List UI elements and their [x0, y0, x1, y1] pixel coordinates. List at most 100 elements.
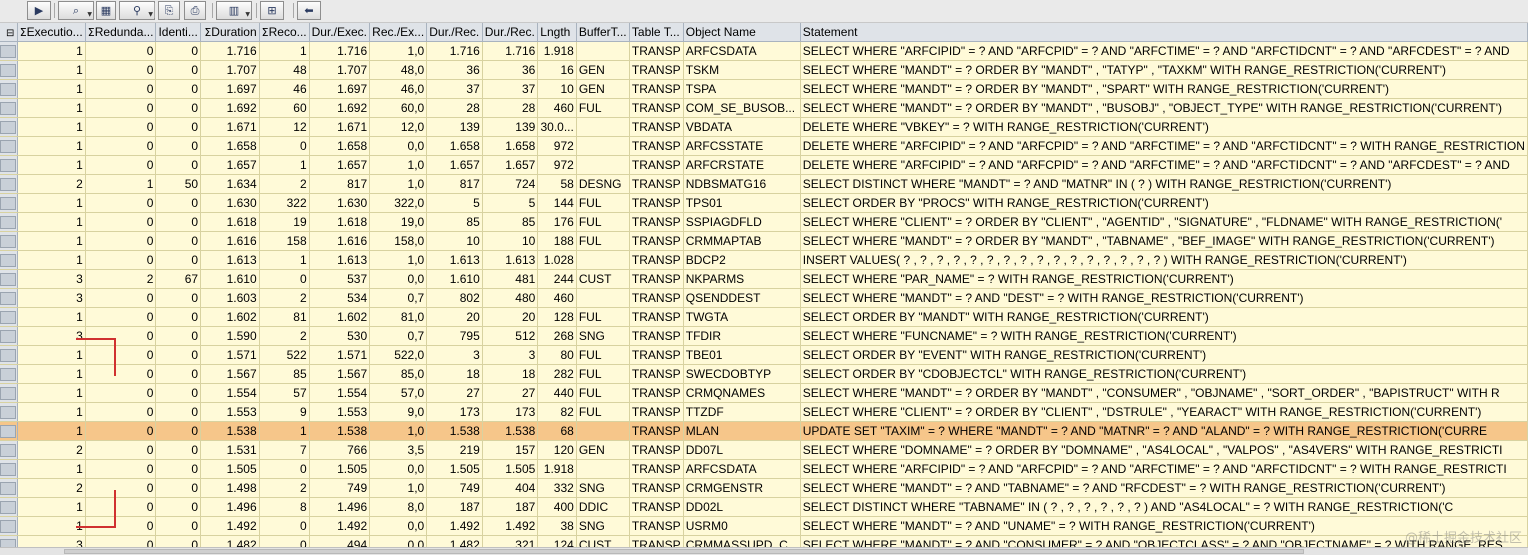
cell-dur-rec2[interactable]: 36 [482, 60, 539, 80]
cell-table-type[interactable]: TRANSP [629, 421, 684, 441]
row-selector-box[interactable] [0, 519, 17, 533]
cell-table-type[interactable]: TRANSP [629, 60, 684, 80]
cell-records[interactable]: 2 [259, 288, 310, 308]
row-selector-box[interactable] [0, 538, 17, 547]
cell-records[interactable]: 7 [259, 440, 310, 460]
cell-statement[interactable]: SELECT WHERE "CLIENT" = ? ORDER BY "CLIE… [800, 402, 1528, 422]
cell-table-type[interactable]: TRANSP [629, 497, 684, 517]
cell-duration[interactable]: 1.610 [200, 269, 260, 289]
cell-execution[interactable]: 1 [17, 60, 86, 80]
cell-rec-exec[interactable]: 19,0 [369, 212, 428, 232]
cell-execution[interactable]: 1 [17, 79, 86, 99]
cell-dur-rec2[interactable]: 512 [482, 326, 539, 346]
cell-length[interactable]: 332 [537, 478, 577, 498]
cell-identical[interactable]: 0 [155, 307, 202, 327]
cell-length[interactable]: 120 [537, 440, 577, 460]
cell-object-name[interactable]: TSPA [683, 79, 801, 99]
cell-statement[interactable]: SELECT WHERE "MANDT" = ? ORDER BY "MANDT… [800, 383, 1528, 403]
cell-buffer[interactable]: FUL [576, 98, 630, 118]
cell-object-name[interactable]: MLAN [683, 421, 801, 441]
cell-duration[interactable]: 1.658 [200, 136, 260, 156]
cell-dur-rec[interactable]: 1.492 [426, 516, 483, 536]
cell-statement[interactable]: SELECT WHERE "ARFCIPID" = ? AND "ARFCPID… [800, 41, 1528, 61]
layout-button[interactable]: ▦ [96, 1, 116, 20]
cell-length[interactable]: 460 [537, 98, 577, 118]
cell-dur-rec[interactable]: 5 [426, 193, 483, 213]
cell-statement[interactable]: SELECT WHERE "MANDT" = ? ORDER BY "MANDT… [800, 231, 1528, 251]
cell-buffer[interactable]: FUL [576, 383, 630, 403]
cell-dur-rec[interactable]: 749 [426, 478, 483, 498]
cell-dur-rec[interactable]: 28 [426, 98, 483, 118]
cell-dur-exec[interactable]: 1.616 [309, 231, 371, 251]
cell-table-type[interactable]: TRANSP [629, 155, 684, 175]
cell-dur-rec[interactable]: 1.538 [426, 421, 483, 441]
cell-statement[interactable]: SELECT WHERE "DOMNAME" = ? ORDER BY "DOM… [800, 440, 1528, 460]
table-row[interactable]: 1 0 0 1.602 81 1.602 81,0 20 20 128 FUL TRANSP TWGTA… [0, 307, 1528, 327]
cell-dur-rec[interactable]: 1.716 [426, 41, 483, 61]
cell-execution[interactable]: 1 [17, 231, 86, 251]
cell-execution[interactable]: 1 [17, 117, 86, 137]
cell-table-type[interactable]: TRANSP [629, 136, 684, 156]
cell-buffer[interactable]: DESNG [576, 174, 630, 194]
cell-records[interactable]: 1 [259, 155, 310, 175]
cell-dur-rec[interactable]: 1.482 [426, 535, 483, 547]
row-selector[interactable] [0, 402, 18, 422]
cell-identical[interactable]: 0 [155, 250, 202, 270]
cell-redundant[interactable]: 0 [85, 155, 157, 175]
cell-rec-exec[interactable]: 48,0 [369, 60, 428, 80]
cell-redundant[interactable]: 0 [85, 193, 157, 213]
table-row[interactable]: 2 1 50 1.634 2 817 1,0 817 724 58 DESNG TRANSP NDBSM… [0, 174, 1528, 194]
row-selector-box[interactable] [0, 310, 17, 324]
cell-buffer[interactable]: CUST [576, 269, 630, 289]
cell-dur-exec[interactable]: 766 [309, 440, 371, 460]
cell-dur-rec2[interactable]: 3 [482, 345, 539, 365]
cell-records[interactable]: 60 [259, 98, 310, 118]
cell-identical[interactable]: 0 [155, 478, 202, 498]
row-selector[interactable] [0, 345, 18, 365]
cell-identical[interactable]: 0 [155, 212, 202, 232]
cell-object-name[interactable]: ARFCSDATA [683, 41, 801, 61]
cell-dur-rec2[interactable]: 27 [482, 383, 539, 403]
cell-execution[interactable]: 2 [17, 174, 86, 194]
cell-buffer[interactable]: GEN [576, 60, 630, 80]
cell-statement[interactable]: UPDATE SET "TAXIM" = ? WHERE "MANDT" = ?… [800, 421, 1528, 441]
cell-identical[interactable]: 0 [155, 459, 202, 479]
cell-buffer[interactable]: FUL [576, 364, 630, 384]
cell-dur-rec[interactable]: 1.613 [426, 250, 483, 270]
cell-dur-exec[interactable]: 1.707 [309, 60, 371, 80]
cell-buffer[interactable]: FUL [576, 402, 630, 422]
row-selector[interactable] [0, 535, 18, 547]
column-header-duration[interactable]: ΣDuration [200, 23, 260, 42]
cell-dur-rec2[interactable]: 1.492 [482, 516, 539, 536]
cell-records[interactable]: 2 [259, 478, 310, 498]
cell-identical[interactable]: 0 [155, 326, 202, 346]
table-row[interactable]: 3 0 0 1.482 0 494 0,0 1.482 321 124 CUST TRANSP CRMM… [0, 535, 1528, 547]
cell-object-name[interactable]: NKPARMS [683, 269, 801, 289]
cell-dur-rec2[interactable]: 481 [482, 269, 539, 289]
row-selector-box[interactable] [0, 139, 17, 153]
cell-object-name[interactable]: TWGTA [683, 307, 801, 327]
cell-length[interactable]: 68 [537, 421, 577, 441]
cell-length[interactable]: 128 [537, 307, 577, 327]
cell-object-name[interactable]: NDBSMATG16 [683, 174, 801, 194]
cell-buffer[interactable] [576, 250, 630, 270]
column-header-statement[interactable]: Statement [800, 23, 1528, 42]
cell-table-type[interactable]: TRANSP [629, 174, 684, 194]
table-row[interactable]: 1 0 0 1.658 0 1.658 0,0 1.658 1.658 972 TRANSP ARFC… [0, 136, 1528, 156]
cell-dur-rec2[interactable]: 187 [482, 497, 539, 517]
cell-dur-exec[interactable]: 1.567 [309, 364, 371, 384]
row-selector-box[interactable] [0, 443, 17, 457]
column-header-buffer[interactable]: BufferT... [576, 23, 630, 42]
details-button[interactable]: ⊞ [260, 1, 284, 20]
cell-dur-exec[interactable]: 1.554 [309, 383, 371, 403]
cell-rec-exec[interactable]: 0,0 [369, 269, 428, 289]
cell-table-type[interactable]: TRANSP [629, 307, 684, 327]
cell-object-name[interactable]: ARFCRSTATE [683, 155, 801, 175]
cell-table-type[interactable]: TRANSP [629, 478, 684, 498]
cell-execution[interactable]: 1 [17, 98, 86, 118]
row-selector-box[interactable] [0, 63, 17, 77]
cell-length[interactable]: 972 [537, 155, 577, 175]
cell-duration[interactable]: 1.554 [200, 383, 260, 403]
cell-rec-exec[interactable]: 1,0 [369, 174, 428, 194]
cell-dur-exec[interactable]: 1.538 [309, 421, 371, 441]
